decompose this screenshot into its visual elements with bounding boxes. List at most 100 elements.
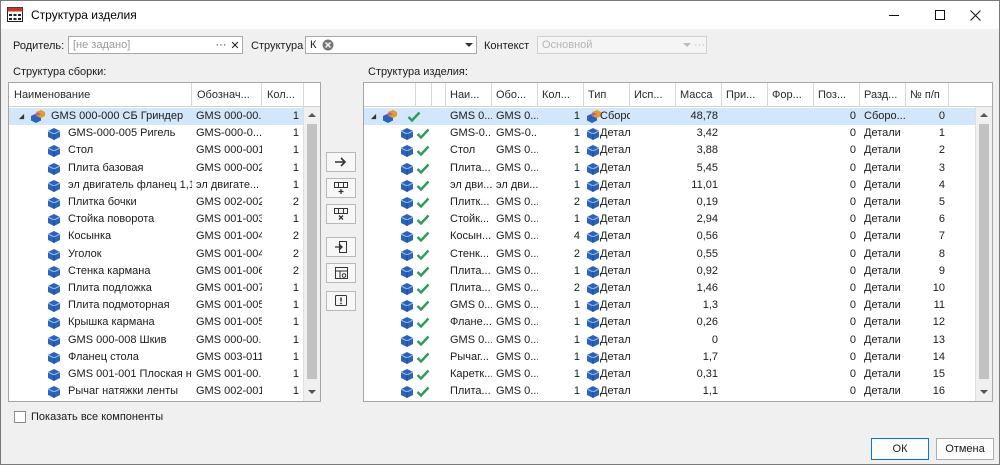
cell-section: Детали [864, 333, 901, 346]
left-vertical-scrollbar[interactable] [303, 107, 320, 401]
table-row[interactable]: GMS-0... GMS-0... 1 Детали 3,42 0 Детали 1 [364, 125, 975, 142]
structure-clear-icon[interactable] [322, 39, 334, 51]
table-row[interactable]: Стойка поворота GMS 001-003 1 [9, 211, 303, 228]
parent-clear-button[interactable]: ✕ [228, 38, 242, 52]
table-row[interactable]: GMS-000-005 Ригель GMS-000-0... 1 [9, 125, 303, 142]
table-row[interactable]: Плитка бочки GMS 002-002 2 [9, 194, 303, 211]
table-row[interactable]: Плитк... GMS 0... 2 Детали 0,19 0 Детали 5 [364, 194, 975, 211]
right-scroll-down-arrow[interactable] [976, 384, 992, 400]
table-row[interactable]: GMS 0... GMS 0... 1 Сборо... 48,78 0 Сборо... 0 [364, 108, 975, 125]
column-header-section[interactable]: Разд... [860, 83, 906, 107]
scroll-up-arrow[interactable] [304, 107, 320, 123]
table-row[interactable]: Плита... GMS 0... 2 Детали 1,46 0 Детали 10 [364, 280, 975, 297]
delete-row-button[interactable] [326, 204, 356, 224]
minimize-button[interactable] [871, 1, 916, 29]
table-row[interactable]: Стол GMS 000-001 1 [9, 142, 303, 159]
cell-name: Стол [68, 144, 94, 157]
table-row[interactable]: Косын... GMS 0... 4 Детали 0,56 0 Детали 7 [364, 228, 975, 245]
cell-code: GMS 0... [496, 213, 538, 226]
table-row[interactable]: Крышка кармана GMS 001-005 1 [9, 314, 303, 331]
table-settings-button[interactable] [326, 263, 356, 283]
table-row[interactable]: Плита... GMS 0... 1 Детали 0,92 0 Детали 9 [364, 263, 975, 280]
product-structure-grid[interactable]: Наи... Обо... Кол... Тип Исп... Масса При... Фо… [363, 82, 993, 402]
table-row[interactable]: Плита подложка GMS 001-007 1 [9, 280, 303, 297]
chevron-down-icon[interactable] [464, 41, 474, 49]
table-row[interactable]: Плита... GMS 0... 1 Детали 5,45 0 Детали 3 [364, 160, 975, 177]
show-all-checkbox[interactable] [14, 411, 26, 423]
column-header-position[interactable]: Поз... [814, 83, 860, 107]
context-chevron-down-icon[interactable] [682, 41, 692, 49]
close-button[interactable] [953, 1, 998, 29]
table-row[interactable]: GMS 000-008 Шкив GMS 000-00... 1 [9, 332, 303, 349]
right-vertical-scrollbar[interactable] [975, 107, 992, 401]
table-row[interactable]: GMS 0... GMS 0... 1 Детали 0 0 Детали 13 [364, 332, 975, 349]
cell-type: Детали [600, 282, 630, 294]
table-row[interactable]: Рычаг... GMS 0... 1 Детали 1,7 0 Детали 14 [364, 349, 975, 366]
cell-name: GMS 0... [450, 110, 492, 122]
tree-collapse-icon[interactable] [370, 113, 377, 120]
table-row[interactable]: Косынка GMS 001-004 2 [9, 228, 303, 245]
cell-type: Детали [600, 333, 630, 346]
column-header-mass[interactable]: Масса [676, 83, 722, 107]
table-row[interactable]: Стол GMS 0... 1 Детали 3,88 0 Детали 2 [364, 142, 975, 159]
insert-row-button[interactable] [326, 178, 356, 198]
tree-collapse-icon[interactable] [18, 113, 25, 120]
table-row[interactable]: эл дви... эл дви... 1 Детали 11,01 0 Детали 4 [364, 177, 975, 194]
table-row[interactable]: Фланe... GMS 0... 1 Детали 0,26 0 Детали 12 [364, 314, 975, 331]
column-header-note[interactable]: При... [722, 83, 768, 107]
table-row[interactable]: Стенка кармана GMS 001-006 2 [9, 263, 303, 280]
scroll-thumb[interactable] [307, 124, 317, 379]
column-header-format[interactable]: Фор... [768, 83, 814, 107]
context-browse-button[interactable]: ··· [693, 38, 706, 52]
table-row[interactable]: Рычаг натяжки ленты GMS 002-001 1 [9, 383, 303, 400]
add-to-structure-button[interactable] [326, 152, 356, 172]
column-header-version[interactable]: Исп... [630, 83, 676, 107]
column-header-number[interactable]: № п/п [906, 83, 949, 107]
cell-mass: 0 [711, 333, 718, 346]
assembly-structure-grid[interactable]: Наименование Обознач... Кол... GMS 000-0… [8, 82, 321, 402]
column-header-status[interactable] [432, 83, 446, 107]
cell-name: Фланe... [450, 316, 492, 329]
column-header-name[interactable]: Наименование [9, 83, 192, 107]
cell-code: GMS 001-005 [196, 316, 262, 329]
column-header-icon[interactable] [416, 83, 432, 107]
context-combobox[interactable]: Основной ··· [537, 36, 707, 54]
column-header-tree[interactable] [364, 83, 416, 107]
column-header-code[interactable]: Обознач... [192, 83, 262, 107]
ok-button[interactable]: ОК [871, 438, 929, 460]
export-button[interactable] [326, 237, 356, 257]
column-header-qty[interactable]: Кол... [262, 83, 304, 107]
table-row[interactable]: Каретк... GMS 0... 1 Детали 0,31 0 Детали 15 [364, 366, 975, 383]
table-row[interactable]: Плита базовая GMS 000-002 1 [9, 160, 303, 177]
parent-browse-button[interactable]: ··· [214, 38, 228, 52]
table-row[interactable]: Плита... GMS 0... 1 Детали 1,1 0 Детали 16 [364, 383, 975, 400]
column-header-type[interactable]: Тип [584, 83, 630, 107]
table-row[interactable]: Фланец стола GMS 003-011 1 [9, 349, 303, 366]
cell-qty: 2 [292, 196, 299, 208]
scroll-down-arrow[interactable] [304, 384, 320, 400]
right-scroll-up-arrow[interactable] [976, 107, 992, 123]
column-header-code[interactable]: Обо... [492, 83, 538, 107]
right-scroll-thumb[interactable] [979, 124, 989, 379]
parent-field[interactable]: [не задано] ··· ✕ [68, 36, 243, 54]
cell-mass: 0,31 [696, 368, 718, 380]
cell-qty: 1 [292, 127, 299, 140]
table-row[interactable]: Плита подмоторная GMS 001-005 1 [9, 297, 303, 314]
cell-code: GMS 0... [496, 368, 538, 380]
cell-num: 3 [938, 161, 945, 174]
column-header-qty[interactable]: Кол... [538, 83, 584, 107]
structure-combobox[interactable]: К [305, 36, 477, 54]
table-remove-icon [334, 208, 348, 220]
table-row[interactable]: Стенк... GMS 0... 2 Детали 0,55 0 Детали 8 [364, 246, 975, 263]
table-row[interactable]: эл двигатель фланец 1,1... эл двигате... 1 [9, 177, 303, 194]
table-row[interactable]: Стойк... GMS 0... 1 Детали 2,94 0 Детали 6 [364, 211, 975, 228]
table-row[interactable]: GMS 0... GMS 0... 1 Детали 1,3 0 Детали 11 [364, 297, 975, 314]
table-row[interactable]: GMS 000-000 СБ Гриндер GMS 000-00... 1 [9, 108, 303, 125]
structure-label: Структура [251, 40, 304, 52]
table-row[interactable]: GMS 001-001 Плоская н... GMS 001-00... 1 [9, 366, 303, 383]
cancel-button[interactable]: Отмена [936, 438, 994, 460]
column-header-name[interactable]: Наи... [446, 83, 492, 107]
check-button[interactable] [326, 291, 356, 311]
show-all-label[interactable]: Показать все компоненты [31, 411, 163, 423]
table-row[interactable]: Уголок GMS 001-004 2 [9, 246, 303, 263]
